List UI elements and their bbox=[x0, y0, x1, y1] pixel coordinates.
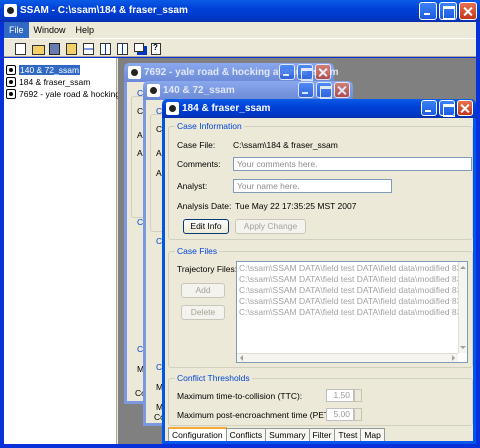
close-button[interactable] bbox=[315, 64, 331, 80]
tree-item-140-72[interactable]: 140 & 72_ssam bbox=[6, 64, 81, 76]
menu-file[interactable]: File bbox=[4, 22, 29, 38]
list-item[interactable]: C:\ssam\SSAM DATA\field test DATA\field … bbox=[239, 274, 467, 284]
analysis-date-value: Tue May 22 17:35:25 MST 2007 bbox=[235, 201, 357, 211]
ttc-spinner[interactable]: 1.50 bbox=[326, 389, 354, 402]
comments-label: Comments: bbox=[177, 159, 221, 169]
vertical-tile-icon[interactable] bbox=[97, 40, 113, 56]
open-icon[interactable] bbox=[29, 40, 45, 56]
menu-help[interactable]: Help bbox=[71, 22, 100, 38]
cascade-icon[interactable] bbox=[131, 40, 147, 56]
conflict-thresholds-group-label: Conflict Thresholds bbox=[175, 373, 252, 383]
minimize-button[interactable] bbox=[279, 64, 295, 80]
window-icon bbox=[128, 66, 141, 79]
vertical-scrollbar[interactable] bbox=[458, 262, 467, 353]
comments-input[interactable] bbox=[233, 157, 472, 171]
case-icon bbox=[6, 77, 16, 87]
app-icon[interactable] bbox=[4, 4, 17, 17]
work-area: 140 & 72_ssam 184 & fraser_ssam 7692 - y… bbox=[4, 58, 476, 444]
case-window-184-fraser: 184 & fraser_ssam Case Information Case … bbox=[162, 99, 476, 444]
menu-bar: File Window Help bbox=[4, 22, 476, 38]
view-tabs: Configuration Conflicts Summary Filter T… bbox=[168, 427, 385, 441]
close-button[interactable] bbox=[459, 2, 477, 20]
new-icon[interactable] bbox=[12, 40, 28, 56]
tab-configuration[interactable]: Configuration bbox=[168, 427, 227, 441]
horizontal-tile-icon[interactable] bbox=[80, 40, 96, 56]
case-icon bbox=[6, 89, 16, 99]
main-window-title: SSAM - C:\ssam\184 & fraser_ssam bbox=[20, 5, 188, 16]
tree-item-label: 184 & fraser_ssam bbox=[19, 77, 91, 87]
case-info-group: Case Information Case File: C:\ssam\184 … bbox=[168, 121, 473, 240]
maximize-button[interactable] bbox=[439, 2, 457, 20]
field-label: A bbox=[137, 130, 143, 140]
analysis-date-label: Analysis Date: bbox=[177, 201, 232, 211]
minimize-button[interactable] bbox=[419, 2, 437, 20]
maximize-button[interactable] bbox=[439, 100, 455, 117]
edit-info-button[interactable]: Edit Info bbox=[183, 219, 229, 234]
analyst-input[interactable] bbox=[233, 179, 392, 193]
case-window-title-bar[interactable]: 184 & fraser_ssam bbox=[162, 99, 476, 118]
case-icon bbox=[6, 65, 16, 75]
tab-summary[interactable]: Summary bbox=[265, 428, 310, 441]
field-label: A bbox=[137, 148, 143, 158]
case-files-group: Case Files Trajectory Files: C:\ssam\SSA… bbox=[168, 246, 473, 368]
delete-file-button[interactable]: Delete bbox=[181, 305, 225, 320]
analyst-label: Analyst: bbox=[177, 181, 208, 191]
window-icon bbox=[147, 84, 160, 97]
menu-window[interactable]: Window bbox=[29, 22, 71, 38]
case-window-title: 184 & fraser_ssam bbox=[182, 103, 271, 114]
mdi-area: 7692 - yale road & hocking avenue_ssam C… bbox=[118, 58, 476, 444]
case-tree[interactable]: 140 & 72_ssam 184 & fraser_ssam 7692 - y… bbox=[4, 58, 175, 444]
main-title-bar[interactable]: SSAM - C:\ssam\184 & fraser_ssam bbox=[0, 0, 480, 22]
case-info-group-label: Case Information bbox=[175, 121, 244, 131]
case-file-value: C:\ssam\184 & fraser_ssam bbox=[233, 140, 338, 150]
save-icon[interactable] bbox=[46, 40, 62, 56]
pet-label: Maximum post-encroachment time (PET): bbox=[177, 410, 335, 420]
toolbar bbox=[4, 38, 476, 57]
close-button[interactable] bbox=[457, 100, 473, 116]
window-icon bbox=[166, 102, 179, 115]
case-window-title-bar[interactable]: 7692 - yale road & hocking avenue_ssam bbox=[124, 63, 339, 82]
close-button[interactable] bbox=[334, 82, 350, 98]
field-label: A bbox=[156, 168, 162, 178]
scroll-right-icon[interactable] bbox=[452, 355, 458, 361]
scroll-up-icon[interactable] bbox=[460, 263, 466, 269]
scroll-left-icon[interactable] bbox=[237, 355, 243, 361]
trajectory-files-label: Trajectory Files: bbox=[177, 264, 238, 274]
pet-spinner[interactable]: 5.00 bbox=[326, 408, 354, 421]
add-file-button[interactable]: Add bbox=[181, 283, 225, 298]
tab-conflicts[interactable]: Conflicts bbox=[225, 428, 267, 441]
maximize-button[interactable] bbox=[297, 64, 313, 81]
list-item[interactable]: C:\ssam\SSAM DATA\field test DATA\field … bbox=[239, 263, 467, 273]
ttc-label: Maximum time-to-collision (TTC): bbox=[177, 391, 303, 401]
tree-item-184-fraser[interactable]: 184 & fraser_ssam bbox=[6, 76, 90, 88]
help-icon[interactable] bbox=[148, 40, 164, 56]
maximize-button[interactable] bbox=[316, 82, 332, 99]
pet-spinner-buttons[interactable] bbox=[354, 408, 362, 421]
apply-change-button[interactable]: Apply Change bbox=[235, 219, 306, 234]
trajectory-files-list[interactable]: C:\ssam\SSAM DATA\field test DATA\field … bbox=[236, 261, 468, 363]
tab-ttest[interactable]: Ttest bbox=[334, 428, 362, 441]
scroll-down-icon[interactable] bbox=[460, 346, 466, 352]
ttc-spinner-buttons[interactable] bbox=[354, 389, 362, 402]
list-item[interactable]: C:\ssam\SSAM DATA\field test DATA\field … bbox=[239, 285, 467, 295]
case-window-title-bar[interactable]: 140 & 72_ssam bbox=[143, 81, 353, 100]
case-window-title: 140 & 72_ssam bbox=[163, 85, 235, 96]
minimize-button[interactable] bbox=[421, 100, 437, 116]
tab-filter[interactable]: Filter bbox=[308, 428, 336, 441]
horizontal-scrollbar[interactable] bbox=[237, 353, 458, 362]
list-item[interactable]: C:\ssam\SSAM DATA\field test DATA\field … bbox=[239, 307, 467, 317]
tab-map[interactable]: Map bbox=[360, 428, 385, 441]
list-item[interactable]: C:\ssam\SSAM DATA\field test DATA\field … bbox=[239, 296, 467, 306]
field-label: A bbox=[156, 148, 162, 158]
tile-icon[interactable] bbox=[114, 40, 130, 56]
case-files-group-label: Case Files bbox=[175, 246, 220, 256]
minimize-button[interactable] bbox=[298, 82, 314, 98]
save-all-icon[interactable] bbox=[63, 40, 79, 56]
tree-item-label: 140 & 72_ssam bbox=[19, 65, 81, 75]
case-file-label: Case File: bbox=[177, 140, 216, 150]
conflict-thresholds-group: Conflict Thresholds Maximum time-to-coll… bbox=[168, 373, 473, 426]
